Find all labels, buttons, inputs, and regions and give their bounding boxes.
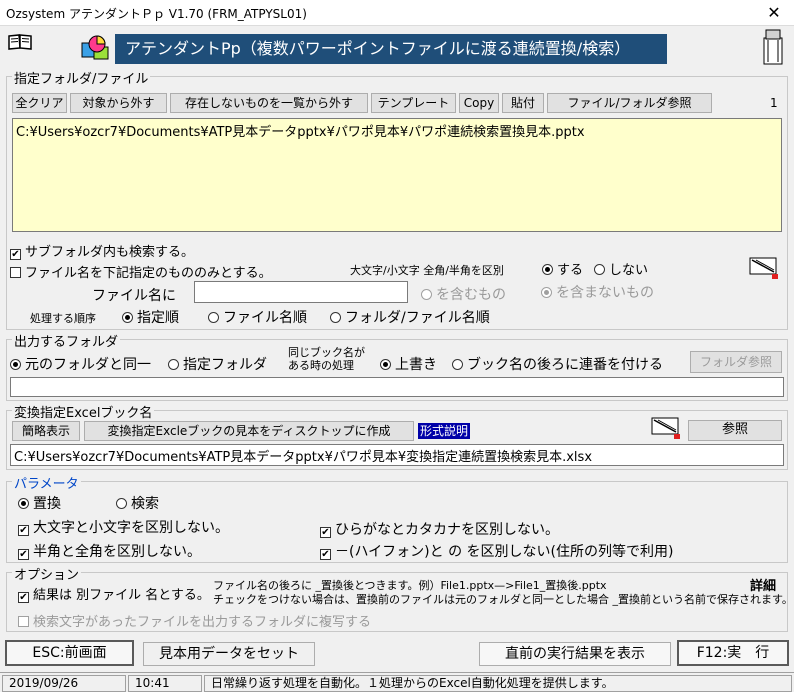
ignore-width-checkbox[interactable]: ✔ 半角と全角を区別しない。 <box>18 541 201 561</box>
output-specified-radio[interactable]: 指定フォルダ <box>168 354 267 374</box>
status-time: 10:41 <box>128 675 202 692</box>
replace-radio[interactable]: 置換 <box>18 493 61 513</box>
output-same-radio[interactable]: 元のフォルダと同一 <box>10 354 151 374</box>
file-count: 1 <box>770 96 778 110</box>
set-sample-data-button[interactable]: 見本用データをセット <box>143 642 315 666</box>
template-button[interactable]: テンプレート <box>371 93 456 113</box>
status-bar: 2019/09/26 10:41 日常繰り返す処理を自動化。１処理からのExce… <box>0 672 794 692</box>
radio-selected[interactable] <box>10 359 21 370</box>
radio-selected[interactable] <box>541 287 552 298</box>
options-group-label: オプション <box>12 564 82 583</box>
format-help-link[interactable]: 形式説明 <box>418 423 471 439</box>
radio-unselected[interactable] <box>421 289 432 300</box>
app-logo-icon <box>81 35 109 60</box>
separate-file-checkbox[interactable]: ✔ 結果は 別ファイル 名とする。 <box>18 584 210 603</box>
radio-unselected[interactable] <box>116 498 127 509</box>
radio-selected[interactable] <box>122 312 133 323</box>
folder-browse-button[interactable]: フォルダ参照 <box>690 351 782 373</box>
radio-selected[interactable] <box>542 264 553 275</box>
radio-selected[interactable] <box>380 359 391 370</box>
overwrite-radio[interactable]: 上書き <box>380 354 437 374</box>
file-list[interactable]: C:¥Users¥ozcr7¥Documents¥ATP見本データpptx¥パワ… <box>12 118 782 232</box>
not-contains-radio[interactable]: を含まないもの <box>541 282 654 302</box>
order-folder-filename-radio[interactable]: フォルダ/ファイル名順 <box>330 307 490 327</box>
files-group-label: 指定フォルダ/ファイル <box>12 68 151 87</box>
clear-all-button[interactable]: 全クリア <box>12 93 67 113</box>
append-number-radio[interactable]: ブック名の後ろに連番を付ける <box>452 354 663 374</box>
radio-unselected[interactable] <box>330 312 341 323</box>
eraser-icon[interactable] <box>748 254 780 282</box>
excel-browse-button[interactable]: 参照 <box>688 420 782 441</box>
clip-icon[interactable] <box>758 26 788 66</box>
detail-link[interactable]: 詳細 <box>750 575 776 594</box>
exclude-button[interactable]: 対象から外す <box>70 93 167 113</box>
app-banner: アテンダントPp（複数パワーポイントファイルに渡る連続置換/検索） <box>115 34 667 64</box>
title-bar: Ozsystem アテンダントＰｐ V1.70 (FRM_ATPYSL01) ✕ <box>0 0 794 26</box>
copy-found-checkbox[interactable]: 検索文字があったファイルを出力するフォルダに複写する <box>18 611 371 630</box>
checkbox-unchecked[interactable] <box>10 267 21 278</box>
case-yes-radio[interactable]: する <box>542 259 583 278</box>
esc-back-button[interactable]: ESC:前画面 <box>5 640 134 666</box>
radio-unselected[interactable] <box>594 264 605 275</box>
filename-only-checkbox[interactable]: ファイル名を下記指定のもののみとする。 <box>10 262 272 281</box>
order-specified-radio[interactable]: 指定順 <box>122 307 179 327</box>
status-date: 2019/09/26 <box>2 675 126 692</box>
radio-unselected[interactable] <box>168 359 179 370</box>
browse-file-folder-button[interactable]: ファイル/フォルダ参照 <box>547 93 712 113</box>
checkbox-checked[interactable]: ✔ <box>320 527 331 538</box>
checkbox-unchecked[interactable] <box>18 616 29 627</box>
output-path-input[interactable] <box>10 377 784 397</box>
filename-label: ファイル名に <box>92 288 176 304</box>
eraser-icon[interactable] <box>650 414 682 442</box>
checkbox-checked[interactable]: ✔ <box>18 592 29 603</box>
checkbox-checked[interactable]: ✔ <box>320 549 331 560</box>
copy-button[interactable]: Copy <box>459 93 499 113</box>
window-title: Ozsystem アテンダントＰｐ V1.70 (FRM_ATPYSL01) <box>6 7 307 21</box>
ignore-kana-checkbox[interactable]: ✔ ひらがなとカタカナを区別しない。 <box>320 519 559 539</box>
close-icon[interactable]: ✕ <box>754 0 794 26</box>
output-group-label: 出力するフォルダ <box>12 331 121 350</box>
show-last-result-button[interactable]: 直前の実行結果を表示 <box>479 642 671 666</box>
filename-input[interactable] <box>194 281 408 303</box>
separate-file-note: ファイル名の後ろに _置換後とつきます。例）File1.pptx—>File1_… <box>213 579 793 606</box>
search-radio[interactable]: 検索 <box>116 493 159 513</box>
contains-radio[interactable]: を含むもの <box>421 284 506 304</box>
remove-missing-button[interactable]: 存在しないものを一覧から外す <box>170 93 368 113</box>
same-name-label: 同じブック名が ある時の処理 <box>288 346 365 372</box>
file-list-item[interactable]: C:¥Users¥ozcr7¥Documents¥ATP見本データpptx¥パワ… <box>16 121 778 140</box>
checkbox-checked[interactable]: ✔ <box>18 525 29 536</box>
params-group-label: パラメータ <box>12 473 81 492</box>
paste-button[interactable]: 貼付 <box>502 93 544 113</box>
excel-path-input[interactable]: C:¥Users¥ozcr7¥Documents¥ATP見本データpptx¥パワ… <box>10 444 784 466</box>
ignore-hyphen-checkbox[interactable]: ✔ －(ハイフォン)と の を区別しない(住所の列等で利用) <box>320 541 673 561</box>
case-no-radio[interactable]: しない <box>594 259 648 278</box>
subfolder-checkbox[interactable]: ✔ サブフォルダ内も検索する。 <box>10 241 194 260</box>
radio-unselected[interactable] <box>208 312 219 323</box>
checkbox-checked[interactable]: ✔ <box>10 249 21 260</box>
excel-group-label: 変換指定Excelブック名 <box>12 402 155 421</box>
order-filename-radio[interactable]: ファイル名順 <box>208 307 307 327</box>
simple-view-button[interactable]: 簡略表示 <box>12 421 80 441</box>
ignore-case-checkbox[interactable]: ✔ 大文字と小文字を区別しない。 <box>18 517 229 537</box>
radio-unselected[interactable] <box>452 359 463 370</box>
checkbox-checked[interactable]: ✔ <box>18 549 29 560</box>
run-button[interactable]: F12:実 行 <box>677 640 789 666</box>
book-icon[interactable] <box>7 33 33 51</box>
radio-selected[interactable] <box>18 498 29 509</box>
order-label: 処理する順序 <box>30 312 96 325</box>
status-message: 日常繰り返す処理を自動化。１処理からのExcel自動化処理を提供します。 <box>204 675 792 692</box>
create-sample-excel-button[interactable]: 変換指定Excleブックの見本をディスクトップに作成 <box>84 421 414 441</box>
case-sensitivity-label: 大文字/小文字 全角/半角を区別 <box>350 264 504 277</box>
